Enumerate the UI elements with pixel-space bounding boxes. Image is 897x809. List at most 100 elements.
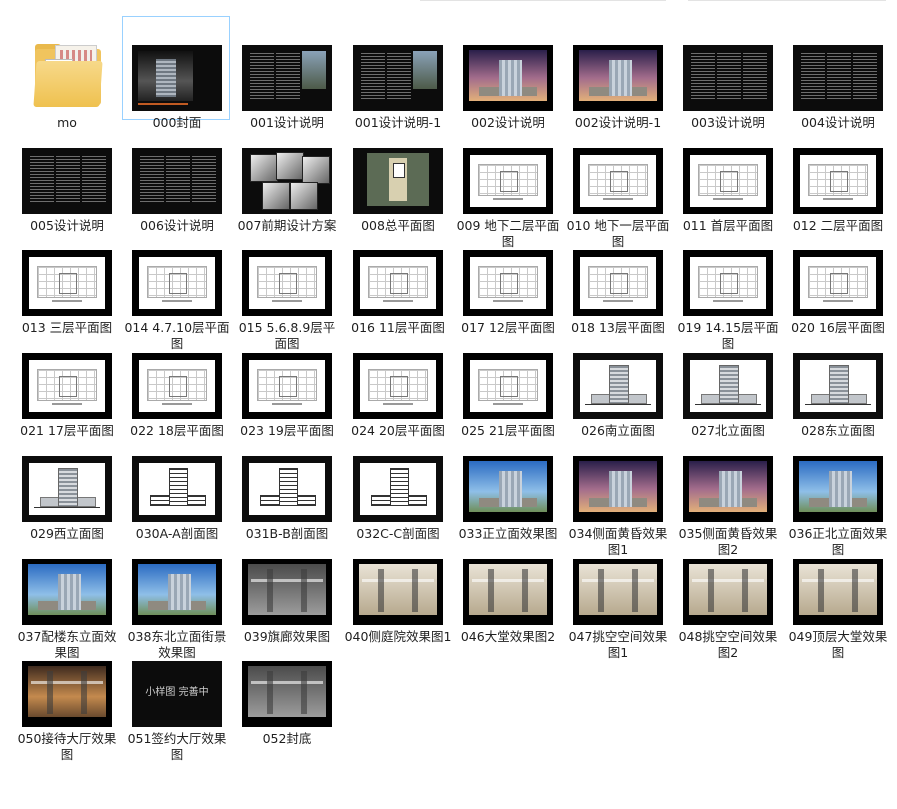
file-item[interactable]: 032C-C剖面图 xyxy=(343,427,451,541)
file-item[interactable]: 049顶层大堂效果图 xyxy=(783,530,891,660)
file-name: 049顶层大堂效果图 xyxy=(788,629,888,660)
image-thumbnail xyxy=(573,45,663,111)
file-item[interactable]: 020 16层平面图 xyxy=(783,221,891,335)
file-item[interactable]: 030A-A剖面图 xyxy=(122,427,230,541)
file-item[interactable]: 038东北立面街景效果图 xyxy=(122,530,230,660)
image-thumbnail xyxy=(22,456,112,522)
image-thumbnail xyxy=(463,456,553,522)
image-thumbnail xyxy=(353,148,443,214)
file-item[interactable]: 007前期设计方案 xyxy=(232,119,340,233)
image-thumbnail xyxy=(683,353,773,419)
file-item[interactable]: 018 13层平面图 xyxy=(563,221,671,335)
file-item[interactable]: 052封底 xyxy=(232,632,340,746)
file-name: 051签约大厅效果图 xyxy=(127,731,227,762)
window-top-edge xyxy=(0,0,897,6)
file-item[interactable]: 050接待大厅效果图 xyxy=(12,632,120,762)
file-item[interactable]: 021 17层平面图 xyxy=(12,324,120,438)
file-item[interactable]: 002设计说明 xyxy=(453,16,561,130)
thumbnail-caption: 小样图 完善中 xyxy=(145,687,209,698)
image-thumbnail xyxy=(463,353,553,419)
image-thumbnail: 小样图 完善中 xyxy=(132,661,222,727)
image-thumbnail xyxy=(353,45,443,111)
file-item[interactable]: 001设计说明-1 xyxy=(343,16,451,130)
file-item[interactable]: 004设计说明 xyxy=(783,16,891,130)
file-item[interactable]: 039旗廊效果图 xyxy=(232,530,340,644)
image-thumbnail xyxy=(132,559,222,625)
image-thumbnail xyxy=(683,148,773,214)
file-item[interactable]: 037配楼东立面效果图 xyxy=(12,530,120,660)
image-thumbnail xyxy=(353,559,443,625)
image-thumbnail xyxy=(463,45,553,111)
file-item[interactable]: 046大堂效果图2 xyxy=(453,530,561,644)
file-name: 040侧庭院效果图1 xyxy=(344,629,452,644)
file-item[interactable]: 001设计说明 xyxy=(232,16,340,130)
file-item[interactable]: 035侧面黄昏效果图2 xyxy=(673,427,781,557)
file-item[interactable]: 006设计说明 xyxy=(122,119,230,233)
file-item[interactable]: 005设计说明 xyxy=(12,119,120,233)
file-item[interactable]: 033正立面效果图 xyxy=(453,427,561,541)
file-name: 050接待大厅效果图 xyxy=(17,731,117,762)
file-item[interactable]: 017 12层平面图 xyxy=(453,221,561,335)
file-item[interactable]: 034侧面黄昏效果图1 xyxy=(563,427,671,557)
file-item[interactable]: 028东立面图 xyxy=(783,324,891,438)
file-item[interactable]: 047挑空空间效果图1 xyxy=(563,530,671,660)
file-item[interactable]: 003设计说明 xyxy=(673,16,781,130)
file-item[interactable]: 013 三层平面图 xyxy=(12,221,120,335)
image-thumbnail xyxy=(353,456,443,522)
image-thumbnail xyxy=(22,353,112,419)
folder-item[interactable]: mo xyxy=(12,16,120,130)
image-thumbnail xyxy=(683,250,773,316)
file-item[interactable]: 027北立面图 xyxy=(673,324,781,438)
file-item[interactable]: 011 首层平面图 xyxy=(673,119,781,233)
image-thumbnail xyxy=(22,661,112,727)
image-thumbnail xyxy=(463,559,553,625)
image-thumbnail xyxy=(793,45,883,111)
file-item[interactable]: 010 地下一层平面图 xyxy=(563,119,671,249)
image-thumbnail xyxy=(573,353,663,419)
file-item[interactable]: 019 14.15层平面图 xyxy=(673,221,781,351)
file-name: 052封底 xyxy=(262,731,312,746)
file-item[interactable]: 040侧庭院效果图1 xyxy=(343,530,451,644)
file-item[interactable]: 031B-B剖面图 xyxy=(232,427,340,541)
image-thumbnail xyxy=(132,148,222,214)
file-item[interactable]: 036正北立面效果图 xyxy=(783,427,891,557)
file-item[interactable]: 016 11层平面图 xyxy=(343,221,451,335)
image-thumbnail xyxy=(793,148,883,214)
image-thumbnail xyxy=(573,559,663,625)
file-item[interactable]: 015 5.6.8.9层平面图 xyxy=(232,221,340,351)
file-item[interactable]: 014 4.7.10层平面图 xyxy=(122,221,230,351)
image-thumbnail xyxy=(353,353,443,419)
file-item[interactable]: 048挑空空间效果图2 xyxy=(673,530,781,660)
image-thumbnail xyxy=(242,250,332,316)
file-name: 046大堂效果图2 xyxy=(460,629,556,644)
image-thumbnail xyxy=(683,456,773,522)
image-thumbnail xyxy=(242,559,332,625)
image-thumbnail xyxy=(242,353,332,419)
image-thumbnail xyxy=(683,45,773,111)
file-name: 047挑空空间效果图1 xyxy=(568,629,668,660)
image-thumbnail xyxy=(132,250,222,316)
file-item[interactable]: 024 20层平面图 xyxy=(343,324,451,438)
file-item[interactable]: 022 18层平面图 xyxy=(122,324,230,438)
file-item[interactable]: 小样图 完善中 051签约大厅效果图 xyxy=(122,632,230,762)
file-item[interactable]: 026南立面图 xyxy=(563,324,671,438)
image-thumbnail xyxy=(22,250,112,316)
file-item[interactable]: 002设计说明-1 xyxy=(563,16,671,130)
file-item[interactable]: 029西立面图 xyxy=(12,427,120,541)
image-thumbnail xyxy=(132,45,222,111)
image-thumbnail xyxy=(242,45,332,111)
file-item[interactable]: 009 地下二层平面图 xyxy=(453,119,561,249)
file-name: 048挑空空间效果图2 xyxy=(678,629,778,660)
image-thumbnail xyxy=(242,661,332,727)
file-item[interactable]: 000封面 xyxy=(122,16,230,130)
image-thumbnail xyxy=(22,148,112,214)
file-item[interactable]: 023 19层平面图 xyxy=(232,324,340,438)
image-thumbnail xyxy=(132,353,222,419)
file-item[interactable]: 008总平面图 xyxy=(343,119,451,233)
image-thumbnail xyxy=(573,250,663,316)
image-thumbnail xyxy=(683,559,773,625)
file-item[interactable]: 025 21层平面图 xyxy=(453,324,561,438)
image-thumbnail xyxy=(793,456,883,522)
image-thumbnail xyxy=(793,353,883,419)
file-item[interactable]: 012 二层平面图 xyxy=(783,119,891,233)
